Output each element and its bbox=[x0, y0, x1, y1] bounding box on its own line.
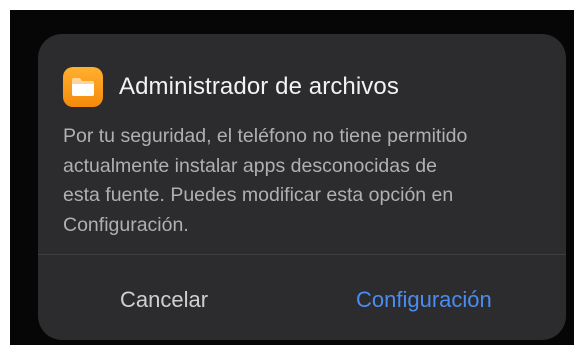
message-line: esta fuente. Puedes modificar esta opció… bbox=[63, 184, 454, 206]
message-line: Por tu seguridad, el teléfono no tiene p… bbox=[63, 125, 468, 147]
message-line: actualmente instalar apps desconocidas d… bbox=[63, 154, 437, 177]
folder-icon bbox=[63, 67, 103, 107]
dialog-divider bbox=[38, 254, 566, 255]
dialog-header: Administrador de archivos bbox=[63, 67, 399, 107]
cancel-button[interactable]: Cancelar bbox=[120, 282, 208, 318]
dialog-message: Por tu seguridad, el teléfono no tiene p… bbox=[63, 122, 553, 240]
message-line: Configuración. bbox=[63, 213, 189, 236]
settings-button[interactable]: Configuración bbox=[356, 282, 492, 318]
dialog-title: Administrador de archivos bbox=[119, 73, 399, 100]
screen-background: Administrador de archivos Por tu segurid… bbox=[10, 10, 574, 345]
install-blocked-dialog: Administrador de archivos Por tu segurid… bbox=[38, 34, 566, 340]
